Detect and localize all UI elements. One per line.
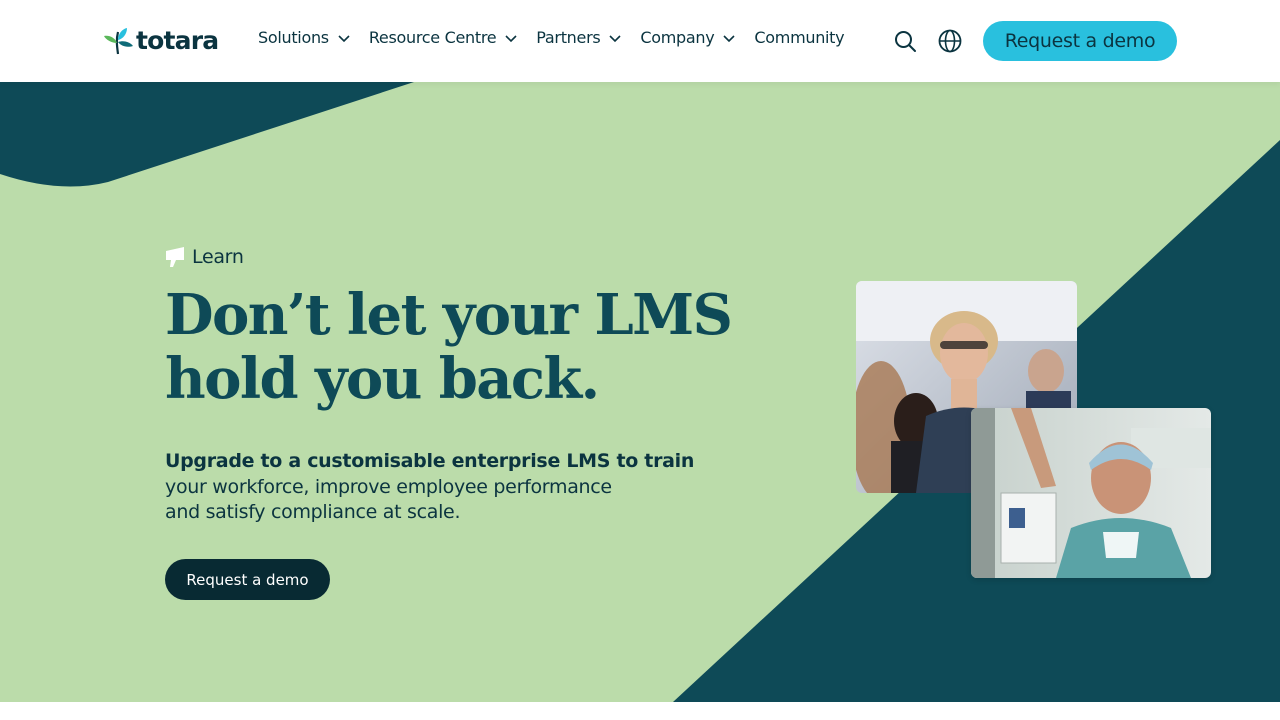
description-line-2: your workforce, improve employee perform… bbox=[165, 475, 612, 498]
chevron-down-icon bbox=[505, 34, 517, 42]
nav-item-label: Solutions bbox=[258, 28, 329, 47]
nav-item-label: Partners bbox=[536, 28, 601, 47]
nav-item-partners[interactable]: Partners bbox=[536, 28, 622, 47]
nav-item-community[interactable]: Community bbox=[754, 28, 844, 47]
site-header: totara Solutions Resource Centre Partner… bbox=[0, 0, 1280, 82]
globe-icon bbox=[938, 29, 962, 53]
hero-eyebrow: Learn bbox=[165, 245, 244, 269]
totara-logo[interactable]: totara bbox=[102, 24, 219, 58]
description-bold-line: Upgrade to a customisable enterprise LMS… bbox=[165, 450, 695, 472]
nav-item-company[interactable]: Company bbox=[640, 28, 736, 47]
hero-description: Upgrade to a customisable enterprise LMS… bbox=[165, 449, 695, 526]
nav-item-solutions[interactable]: Solutions bbox=[258, 28, 351, 47]
nav-item-label: Company bbox=[640, 28, 715, 47]
request-demo-button-hero[interactable]: Request a demo bbox=[165, 559, 330, 600]
logo-wordmark: totara bbox=[136, 26, 219, 55]
headline-line-1: Don’t let your LMS bbox=[165, 282, 733, 348]
chevron-down-icon bbox=[609, 34, 621, 42]
nav-item-label: Resource Centre bbox=[368, 28, 497, 47]
leaf-logo-icon bbox=[104, 28, 133, 55]
main-nav: Solutions Resource Centre Partners Compa… bbox=[258, 28, 862, 47]
search-button[interactable] bbox=[891, 27, 919, 55]
hero-headline: Don’t let your LMS hold you back. bbox=[165, 282, 733, 412]
megaphone-icon bbox=[166, 247, 184, 267]
request-demo-button-header[interactable]: Request a demo bbox=[983, 21, 1177, 61]
description-line-3: and satisfy compliance at scale. bbox=[165, 501, 461, 523]
nav-item-resource-centre[interactable]: Resource Centre bbox=[369, 28, 518, 47]
chevron-down-icon bbox=[723, 34, 735, 42]
headline-line-2: hold you back. bbox=[165, 346, 600, 412]
page-bottom-divider bbox=[0, 702, 1280, 720]
eyebrow-label: Learn bbox=[192, 246, 244, 268]
chevron-down-icon bbox=[338, 34, 350, 42]
language-button[interactable] bbox=[936, 27, 964, 55]
search-icon bbox=[895, 31, 916, 52]
hero-photo-surgeon bbox=[971, 408, 1211, 578]
nav-item-label: Community bbox=[754, 28, 845, 47]
